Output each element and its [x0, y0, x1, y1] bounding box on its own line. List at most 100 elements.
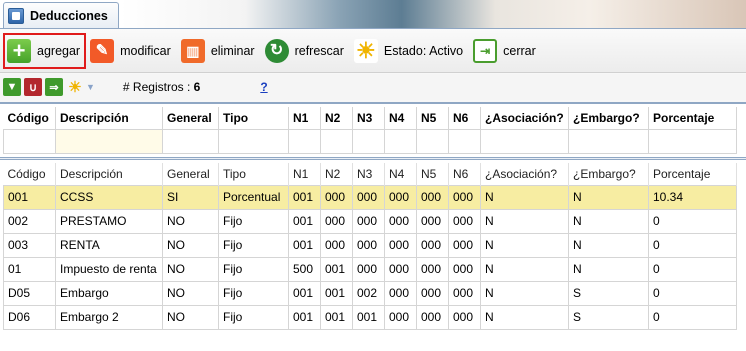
cell-n4[interactable]: 000	[384, 208, 417, 234]
cell-general[interactable]: SI	[162, 184, 219, 210]
refresh-button[interactable]: ↻ refrescar	[264, 33, 350, 69]
cell-general[interactable]: NO	[162, 208, 219, 234]
cell-porcentaje[interactable]: 0	[648, 232, 737, 258]
cell-n4[interactable]: 000	[384, 280, 417, 306]
cell-descripcion[interactable]: RENTA	[55, 232, 163, 258]
cell-n4[interactable]: 000	[384, 184, 417, 210]
filter-input-n5[interactable]	[416, 128, 449, 154]
cell-asociacion[interactable]: N	[480, 304, 569, 330]
cell-embargo[interactable]: N	[568, 256, 649, 282]
cell-n6[interactable]: 000	[448, 184, 481, 210]
cell-asociacion[interactable]: N	[480, 184, 569, 210]
state-button[interactable]: ☀ Estado: Activo	[353, 33, 469, 69]
cell-n5[interactable]: 000	[416, 184, 449, 210]
cell-n2[interactable]: 000	[320, 184, 353, 210]
filter-header-n1[interactable]: N1	[288, 107, 321, 129]
cell-n4[interactable]: 000	[384, 232, 417, 258]
cell-porcentaje[interactable]: 10.34	[648, 184, 737, 210]
cell-descripcion[interactable]: Impuesto de renta	[55, 256, 163, 282]
table-row[interactable]: D06 Embargo 2 NO Fijo 001 001 001 000 000 000 N S 0	[3, 304, 737, 330]
table-row[interactable]: 003 RENTA NO Fijo 001 000 000 000 000 000 N N 0	[3, 232, 737, 258]
tab-deducciones[interactable]: Deducciones	[3, 2, 119, 28]
cell-descripcion[interactable]: Embargo	[55, 280, 163, 306]
cell-n6[interactable]: 000	[448, 208, 481, 234]
filter-input-asociacion[interactable]	[480, 128, 569, 154]
cell-n2[interactable]: 001	[320, 256, 353, 282]
add-button[interactable]: + agregar	[3, 32, 87, 69]
cell-descripcion[interactable]: PRESTAMO	[55, 208, 163, 234]
cell-descripcion[interactable]: CCSS	[55, 184, 163, 210]
filter-header-n5[interactable]: N5	[416, 107, 449, 129]
cell-embargo[interactable]: S	[568, 304, 649, 330]
cell-tipo[interactable]: Porcentual	[218, 184, 289, 210]
cell-codigo[interactable]: 01	[3, 256, 56, 282]
column-header-embargo[interactable]: ¿Embargo?	[568, 163, 649, 185]
column-header-n6[interactable]: N6	[448, 163, 481, 185]
cell-codigo[interactable]: 002	[3, 208, 56, 234]
cell-porcentaje[interactable]: 0	[648, 256, 737, 282]
filter-input-tipo[interactable]	[218, 128, 289, 154]
filter-header-n3[interactable]: N3	[352, 107, 385, 129]
help-link[interactable]: ?	[260, 80, 267, 94]
cell-n5[interactable]: 000	[416, 256, 449, 282]
edit-button[interactable]: ✎ modificar	[90, 33, 177, 69]
cell-n2[interactable]: 001	[320, 280, 353, 306]
cell-general[interactable]: NO	[162, 256, 219, 282]
cell-n1[interactable]: 001	[288, 208, 321, 234]
cell-n5[interactable]: 000	[416, 280, 449, 306]
cell-codigo[interactable]: D05	[3, 280, 56, 306]
chevron-down-icon[interactable]: ▼	[86, 82, 95, 92]
column-header-asociacion[interactable]: ¿Asociación?	[480, 163, 569, 185]
cell-general[interactable]: NO	[162, 232, 219, 258]
delete-button[interactable]: ▥ eliminar	[180, 33, 261, 69]
filter-input-n1[interactable]	[288, 128, 321, 154]
cell-tipo[interactable]: Fijo	[218, 232, 289, 258]
cell-n4[interactable]: 000	[384, 304, 417, 330]
cell-asociacion[interactable]: N	[480, 208, 569, 234]
cell-general[interactable]: NO	[162, 280, 219, 306]
filter-input-n4[interactable]	[384, 128, 417, 154]
column-header-n2[interactable]: N2	[320, 163, 353, 185]
close-button[interactable]: ⇥ cerrar	[473, 33, 542, 69]
column-header-n3[interactable]: N3	[352, 163, 385, 185]
filter-input-porcentaje[interactable]	[648, 128, 737, 154]
cell-tipo[interactable]: Fijo	[218, 304, 289, 330]
column-header-porcentaje[interactable]: Porcentaje	[648, 163, 737, 185]
cell-n2[interactable]: 000	[320, 208, 353, 234]
filter-header-porcentaje[interactable]: Porcentaje	[648, 107, 737, 129]
cell-n3[interactable]: 000	[352, 184, 385, 210]
filter-header-tipo[interactable]: Tipo	[218, 107, 289, 129]
cell-tipo[interactable]: Fijo	[218, 208, 289, 234]
filter-header-general[interactable]: General	[162, 107, 219, 129]
cell-porcentaje[interactable]: 0	[648, 280, 737, 306]
cell-n1[interactable]: 500	[288, 256, 321, 282]
column-header-codigo[interactable]: Código	[3, 163, 56, 185]
filter-header-n6[interactable]: N6	[448, 107, 481, 129]
column-header-general[interactable]: General	[162, 163, 219, 185]
cell-n3[interactable]: 000	[352, 256, 385, 282]
filter-header-asociacion[interactable]: ¿Asociación?	[480, 107, 569, 129]
cell-n6[interactable]: 000	[448, 232, 481, 258]
column-header-tipo[interactable]: Tipo	[218, 163, 289, 185]
cell-embargo[interactable]: N	[568, 232, 649, 258]
table-row[interactable]: 01 Impuesto de renta NO Fijo 500 001 000 000 000…	[3, 256, 737, 282]
cell-n6[interactable]: 000	[448, 304, 481, 330]
cell-n5[interactable]: 000	[416, 304, 449, 330]
cell-n5[interactable]: 000	[416, 208, 449, 234]
cell-asociacion[interactable]: N	[480, 256, 569, 282]
table-row[interactable]: 001 CCSS SI Porcentual 001 000 000 000 000 000 N N 1…	[3, 184, 737, 210]
cell-codigo[interactable]: 003	[3, 232, 56, 258]
cell-n1[interactable]: 001	[288, 304, 321, 330]
cell-n4[interactable]: 000	[384, 256, 417, 282]
filter-input-descripcion[interactable]	[55, 128, 163, 154]
filter-input-n6[interactable]	[448, 128, 481, 154]
cell-general[interactable]: NO	[162, 304, 219, 330]
cell-n2[interactable]: 000	[320, 232, 353, 258]
filter-header-codigo[interactable]: Código	[3, 107, 56, 129]
cell-codigo[interactable]: 001	[3, 184, 56, 210]
column-header-n5[interactable]: N5	[416, 163, 449, 185]
table-row[interactable]: D05 Embargo NO Fijo 001 001 002 000 000 000 N S 0	[3, 280, 737, 306]
cell-n3[interactable]: 000	[352, 232, 385, 258]
cell-n3[interactable]: 001	[352, 304, 385, 330]
cell-n6[interactable]: 000	[448, 256, 481, 282]
